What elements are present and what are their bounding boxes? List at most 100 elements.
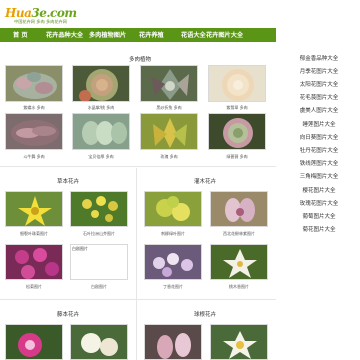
- sidebar-link[interactable]: 三角梅图片大全: [278, 172, 360, 180]
- sidebar-link[interactable]: 铁线莲图片大全: [278, 159, 360, 167]
- shrub-image: [145, 245, 201, 279]
- succulent-image: [141, 66, 197, 101]
- herb-card[interactable]: 白剧图片 白剧图片: [70, 244, 130, 290]
- succulent-image: [141, 114, 197, 149]
- site-logo[interactable]: Hua3e.com 中国花卉网 多肉 多肉花卉网: [5, 4, 77, 26]
- herb-photo[interactable]: [5, 191, 63, 227]
- herb-image: [6, 192, 62, 226]
- succulent-card[interactable]: 黑纱折兔 多肉: [140, 65, 198, 111]
- sidebar-link[interactable]: 睡莲图片大全: [278, 120, 360, 128]
- nav-item-care[interactable]: 花卉养殖: [139, 30, 164, 39]
- shrub-card[interactable]: 丁香花图片: [144, 244, 204, 290]
- shrub-image: [211, 245, 267, 279]
- main-nav: 首 页 花卉品种大全 多肉植物图片 花卉养殖 花语大全 花卉图片大全: [0, 28, 276, 42]
- succulent-card[interactable]: 玫瑰 多肉: [140, 113, 198, 159]
- bulb-card[interactable]: [210, 324, 270, 360]
- site-header: Hua3e.com 中国花卉网 多肉 多肉花卉网: [0, 0, 360, 28]
- bulb-photo[interactable]: [144, 324, 202, 360]
- sidebar-link[interactable]: 太阳花图片大全: [278, 80, 360, 88]
- succulent-caption[interactable]: 玫瑰 多肉: [140, 154, 198, 160]
- succulent-photo[interactable]: [5, 65, 63, 102]
- succulent-card[interactable]: 宝贝倍厚 多肉: [72, 113, 130, 159]
- succulent-photo[interactable]: [5, 113, 63, 150]
- succulent-photo[interactable]: [208, 65, 266, 102]
- sidebar-link[interactable]: 玫瑰花图片大全: [278, 199, 360, 207]
- vine-photo[interactable]: [5, 324, 63, 360]
- herb-photo[interactable]: [70, 191, 128, 227]
- bulb-card[interactable]: [144, 324, 204, 360]
- nav-item-gallery[interactable]: 花卉图片大全: [206, 30, 243, 39]
- succulent-card[interactable]: 水晶掌/桃 多肉: [72, 65, 130, 111]
- main-content: 多肉植物 紫蝶水 多肉 水晶掌/桃 多肉 黑纱折兔 多肉 紫翡翠 多肉 斗牛舞 …: [0, 44, 276, 360]
- succulent-image: [6, 66, 62, 101]
- sidebar-link[interactable]: 花毛茛图片大全: [278, 93, 360, 101]
- herb-placeholder-label: 白剧图片: [72, 246, 88, 251]
- section-title-bulbs: 球根花卉: [194, 312, 217, 318]
- herb-photo[interactable]: [5, 244, 63, 280]
- bulb-photo[interactable]: [210, 324, 268, 360]
- logo-text-a: Hua: [5, 6, 32, 20]
- succulent-caption[interactable]: 紫翡翠 多肉: [208, 105, 266, 111]
- succulent-caption[interactable]: 斗牛舞 多肉: [5, 154, 63, 160]
- shrub-card[interactable]: 西北花楸林紫图片: [210, 191, 270, 237]
- vine-image: [6, 325, 62, 359]
- shrub-photo[interactable]: [210, 244, 268, 280]
- sidebar-link[interactable]: 樱花图片大全: [278, 186, 360, 194]
- shrub-caption[interactable]: 桃木香图片: [210, 284, 268, 290]
- sidebar-link[interactable]: 葡萄图片大全: [278, 212, 360, 220]
- succulent-caption[interactable]: 绿蔷薇 多肉: [208, 154, 266, 160]
- succulent-photo[interactable]: [72, 113, 130, 150]
- shrub-card[interactable]: 刺柳绿叶图片: [144, 191, 204, 237]
- sidebar-link[interactable]: 菊花图片大全: [278, 225, 360, 233]
- succulent-image: [209, 66, 265, 101]
- vine-photo[interactable]: [70, 324, 128, 360]
- succulent-caption[interactable]: 宝贝倍厚 多肉: [72, 154, 130, 160]
- succulent-caption[interactable]: 水晶掌/桃 多肉: [72, 105, 130, 111]
- herb-caption[interactable]: 石叶拉洲山芥图片: [70, 231, 128, 237]
- nav-item-home[interactable]: 首 页: [13, 30, 28, 39]
- succulent-image: [6, 114, 62, 149]
- nav-item-varieties[interactable]: 花卉品种大全: [46, 30, 83, 39]
- succulent-caption[interactable]: 紫蝶水 多肉: [5, 105, 63, 111]
- succulent-card[interactable]: 绿蔷薇 多肉: [208, 113, 266, 159]
- sidebar-link[interactable]: 月季花图片大全: [278, 67, 360, 75]
- shrub-photo[interactable]: [144, 191, 202, 227]
- bulb-image: [211, 325, 267, 359]
- sidebar-link[interactable]: 牡丹花图片大全: [278, 146, 360, 154]
- vine-image: [71, 325, 127, 359]
- shrub-caption[interactable]: 丁香花图片: [144, 284, 202, 290]
- shrub-photo[interactable]: [144, 244, 202, 280]
- sidebar-link[interactable]: 虞美人图片大全: [278, 106, 360, 114]
- shrub-caption[interactable]: 西北花楸林紫图片: [210, 231, 268, 237]
- herb-caption[interactable]: 白剧图片: [70, 284, 128, 290]
- nav-item-flower-language[interactable]: 花语大全: [181, 30, 206, 39]
- succulent-image: [73, 66, 129, 101]
- herb-card[interactable]: 石叶拉洲山芥图片: [70, 191, 130, 237]
- shrub-caption[interactable]: 刺柳绿叶图片: [144, 231, 202, 237]
- vine-card[interactable]: [5, 324, 65, 360]
- sidebar-link[interactable]: 郁金香品种大全: [278, 54, 360, 62]
- section-title-herbs: 草本花卉: [57, 179, 80, 185]
- vine-card[interactable]: [70, 324, 130, 360]
- section-title-vines: 藤本花卉: [57, 312, 80, 318]
- herb-placeholder[interactable]: 白剧图片: [70, 244, 128, 280]
- succulent-photo[interactable]: [140, 65, 198, 102]
- succulent-card[interactable]: 紫蝶水 多肉: [5, 65, 63, 111]
- herb-caption[interactable]: 松菊图片: [5, 284, 63, 290]
- shrub-photo[interactable]: [210, 191, 268, 227]
- succulent-photo[interactable]: [140, 113, 198, 150]
- shrub-card[interactable]: 桃木香图片: [210, 244, 270, 290]
- herb-card[interactable]: 松菊图片: [5, 244, 65, 290]
- succulent-card[interactable]: 斗牛舞 多肉: [5, 113, 63, 159]
- sidebar-link[interactable]: 向日葵图片大全: [278, 133, 360, 141]
- nav-item-succulents[interactable]: 多肉植物图片: [89, 30, 126, 39]
- herb-card[interactable]: 细裂叶珠菊图片: [5, 191, 65, 237]
- herb-image: [71, 192, 127, 226]
- section-divider: [0, 299, 276, 300]
- succulent-card[interactable]: 紫翡翠 多肉: [208, 65, 266, 111]
- succulent-photo[interactable]: [72, 65, 130, 102]
- shrub-image: [211, 192, 267, 226]
- succulent-caption[interactable]: 黑纱折兔 多肉: [140, 105, 198, 111]
- herb-caption[interactable]: 细裂叶珠菊图片: [5, 231, 63, 237]
- succulent-photo[interactable]: [208, 113, 266, 150]
